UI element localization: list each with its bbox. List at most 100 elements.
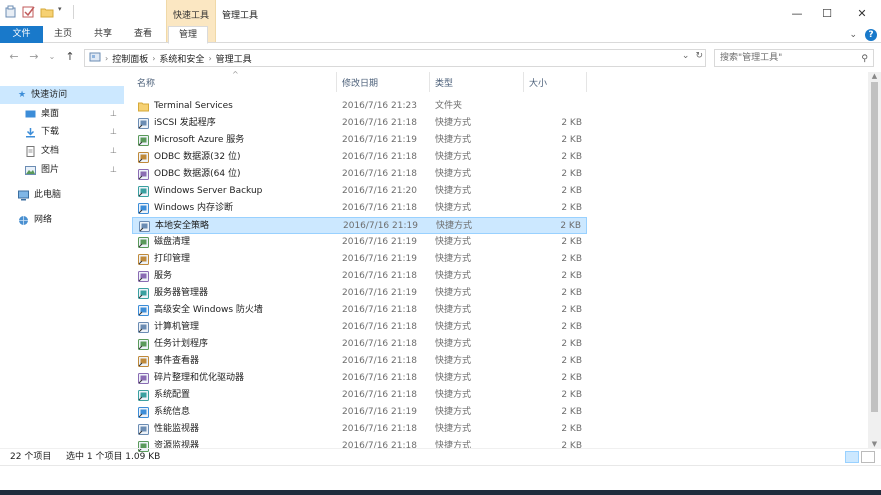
minimize-button[interactable]: —: [780, 0, 814, 26]
shortcut-icon: [138, 169, 149, 180]
nav-item-this-pc[interactable]: 此电脑: [18, 186, 124, 204]
file-row[interactable]: 高级安全 Windows 防火墙 2016/7/16 21:18 快捷方式 2 KB: [132, 302, 587, 319]
download-icon: [26, 127, 35, 137]
picture-icon: [25, 165, 36, 175]
help-icon[interactable]: ?: [865, 29, 877, 41]
recent-locations-icon[interactable]: ⌄: [46, 51, 58, 63]
tab-share[interactable]: 共享: [84, 26, 122, 43]
file-type: 快捷方式: [435, 424, 472, 434]
file-row[interactable]: Windows Server Backup 2016/7/16 21:20 快捷方式…: [132, 183, 587, 200]
search-input[interactable]: 搜索"管理工具" ⚲: [714, 49, 874, 67]
up-icon[interactable]: ↑: [64, 51, 76, 63]
column-divider[interactable]: [586, 72, 587, 92]
expand-ribbon-icon[interactable]: ⌄: [849, 30, 857, 40]
file-row[interactable]: 系统配置 2016/7/16 21:18 快捷方式 2 KB: [132, 387, 587, 404]
tab-home[interactable]: 主页: [44, 26, 82, 43]
folder-icon[interactable]: [40, 5, 54, 19]
file-name: iSCSI 发起程序: [154, 118, 216, 128]
large-icons-view-icon[interactable]: [861, 451, 875, 463]
file-type: 快捷方式: [435, 373, 472, 383]
file-size: 2 KB: [561, 288, 582, 298]
back-icon[interactable]: ←: [8, 51, 20, 63]
shortcut-icon: [138, 373, 149, 384]
column-divider[interactable]: [336, 72, 337, 92]
file-row[interactable]: 打印管理 2016/7/16 21:19 快捷方式 2 KB: [132, 251, 587, 268]
column-divider[interactable]: [429, 72, 430, 92]
breadcrumb-separator: ›: [105, 53, 109, 63]
refresh-icon[interactable]: ↻: [695, 51, 703, 61]
file-modified: 2016/7/16 21:19: [342, 407, 417, 417]
file-row[interactable]: ODBC 数据源(32 位) 2016/7/16 21:18 快捷方式 2 KB: [132, 149, 587, 166]
maximize-button[interactable]: ☐: [810, 0, 844, 26]
file-row[interactable]: 服务 2016/7/16 21:18 快捷方式 2 KB: [132, 268, 587, 285]
file-row[interactable]: 性能监视器 2016/7/16 21:18 快捷方式 2 KB: [132, 421, 587, 438]
column-name[interactable]: 名称: [137, 76, 155, 89]
file-name: 服务: [154, 271, 173, 281]
shortcut-icon: [138, 322, 149, 333]
file-row[interactable]: 任务计划程序 2016/7/16 21:18 快捷方式 2 KB: [132, 336, 587, 353]
file-type: 快捷方式: [435, 271, 472, 281]
file-row[interactable]: Windows 内存诊断 2016/7/16 21:18 快捷方式 2 KB: [132, 200, 587, 217]
file-name: Terminal Services: [154, 101, 233, 111]
file-name: 系统配置: [154, 390, 191, 400]
column-modified[interactable]: 修改日期: [342, 76, 378, 89]
forward-icon[interactable]: →: [28, 51, 40, 63]
file-modified: 2016/7/16 21:18: [342, 203, 417, 213]
details-view-icon[interactable]: [845, 451, 859, 463]
file-type: 快捷方式: [435, 322, 472, 332]
scroll-up-icon[interactable]: ▲: [868, 72, 881, 80]
file-row[interactable]: 服务器管理器 2016/7/16 21:19 快捷方式 2 KB: [132, 285, 587, 302]
nav-item-network[interactable]: 网络: [18, 211, 124, 229]
scrollbar-thumb[interactable]: [871, 82, 878, 412]
breadcrumb-item[interactable]: 管理工具: [216, 52, 252, 65]
customize-toolbar-icon[interactable]: ▾: [58, 5, 66, 19]
tab-view[interactable]: 查看: [124, 26, 162, 43]
file-type: 快捷方式: [436, 221, 473, 231]
file-type: 快捷方式: [435, 288, 472, 298]
file-row[interactable]: 计算机管理 2016/7/16 21:18 快捷方式 2 KB: [132, 319, 587, 336]
view-switcher: [845, 451, 875, 463]
window-title: 管理工具: [222, 11, 259, 21]
file-size: 2 KB: [561, 237, 582, 247]
file-size: 2 KB: [561, 356, 582, 366]
file-size: 2 KB: [560, 221, 581, 231]
file-modified: 2016/7/16 21:18: [342, 322, 417, 332]
column-size[interactable]: 大小: [529, 76, 547, 89]
vertical-scrollbar[interactable]: ▲ ▼: [868, 72, 881, 448]
file-row[interactable]: 事件查看器 2016/7/16 21:18 快捷方式 2 KB: [132, 353, 587, 370]
pin-icon: ⊥: [110, 146, 117, 155]
properties-icon[interactable]: [4, 5, 18, 19]
file-size: 2 KB: [561, 390, 582, 400]
file-modified: 2016/7/16 21:19: [343, 221, 418, 231]
tab-manage[interactable]: 管理: [168, 26, 209, 44]
search-icon[interactable]: ⚲: [861, 51, 868, 67]
shortcut-icon: [138, 356, 149, 367]
file-name: Windows 内存诊断: [154, 203, 234, 213]
file-row[interactable]: 磁盘清理 2016/7/16 21:19 快捷方式 2 KB: [132, 234, 587, 251]
selection-info: 选中 1 个项目 1.09 KB: [66, 452, 161, 462]
file-row[interactable]: 系统信息 2016/7/16 21:19 快捷方式 2 KB: [132, 404, 587, 421]
close-button[interactable]: ✕: [845, 0, 879, 26]
tab-file[interactable]: 文件: [0, 26, 43, 43]
file-row[interactable]: 碎片整理和优化驱动器 2016/7/16 21:18 快捷方式 2 KB: [132, 370, 587, 387]
breadcrumb-item[interactable]: 系统和安全: [159, 52, 204, 65]
file-row[interactable]: iSCSI 发起程序 2016/7/16 21:18 快捷方式 2 KB: [132, 115, 587, 132]
column-divider[interactable]: [523, 72, 524, 92]
file-row[interactable]: Terminal Services 2016/7/16 21:23 文件夹: [132, 98, 587, 115]
column-type[interactable]: 类型: [435, 76, 453, 89]
breadcrumb-item[interactable]: 控制面板: [112, 52, 148, 65]
address-dropdown-icon[interactable]: ⌄: [682, 51, 690, 61]
file-row[interactable]: ODBC 数据源(64 位) 2016/7/16 21:18 快捷方式 2 KB: [132, 166, 587, 183]
file-size: 2 KB: [561, 322, 582, 332]
scroll-down-icon[interactable]: ▼: [868, 440, 881, 448]
file-type: 快捷方式: [435, 356, 472, 366]
file-type: 快捷方式: [435, 237, 472, 247]
checkmark-icon[interactable]: [22, 5, 36, 19]
address-bar[interactable]: › 控制面板 › 系统和安全 › 管理工具 ⌄ ↻: [84, 49, 706, 67]
desktop-icon: [25, 110, 36, 117]
file-row[interactable]: 本地安全策略 2016/7/16 21:19 快捷方式 2 KB: [132, 217, 587, 234]
file-size: 2 KB: [561, 407, 582, 417]
file-size: 2 KB: [561, 118, 582, 128]
nav-item-quick-access[interactable]: ★ 快速访问: [0, 86, 124, 104]
file-row[interactable]: Microsoft Azure 服务 2016/7/16 21:19 快捷方式 2 K…: [132, 132, 587, 149]
